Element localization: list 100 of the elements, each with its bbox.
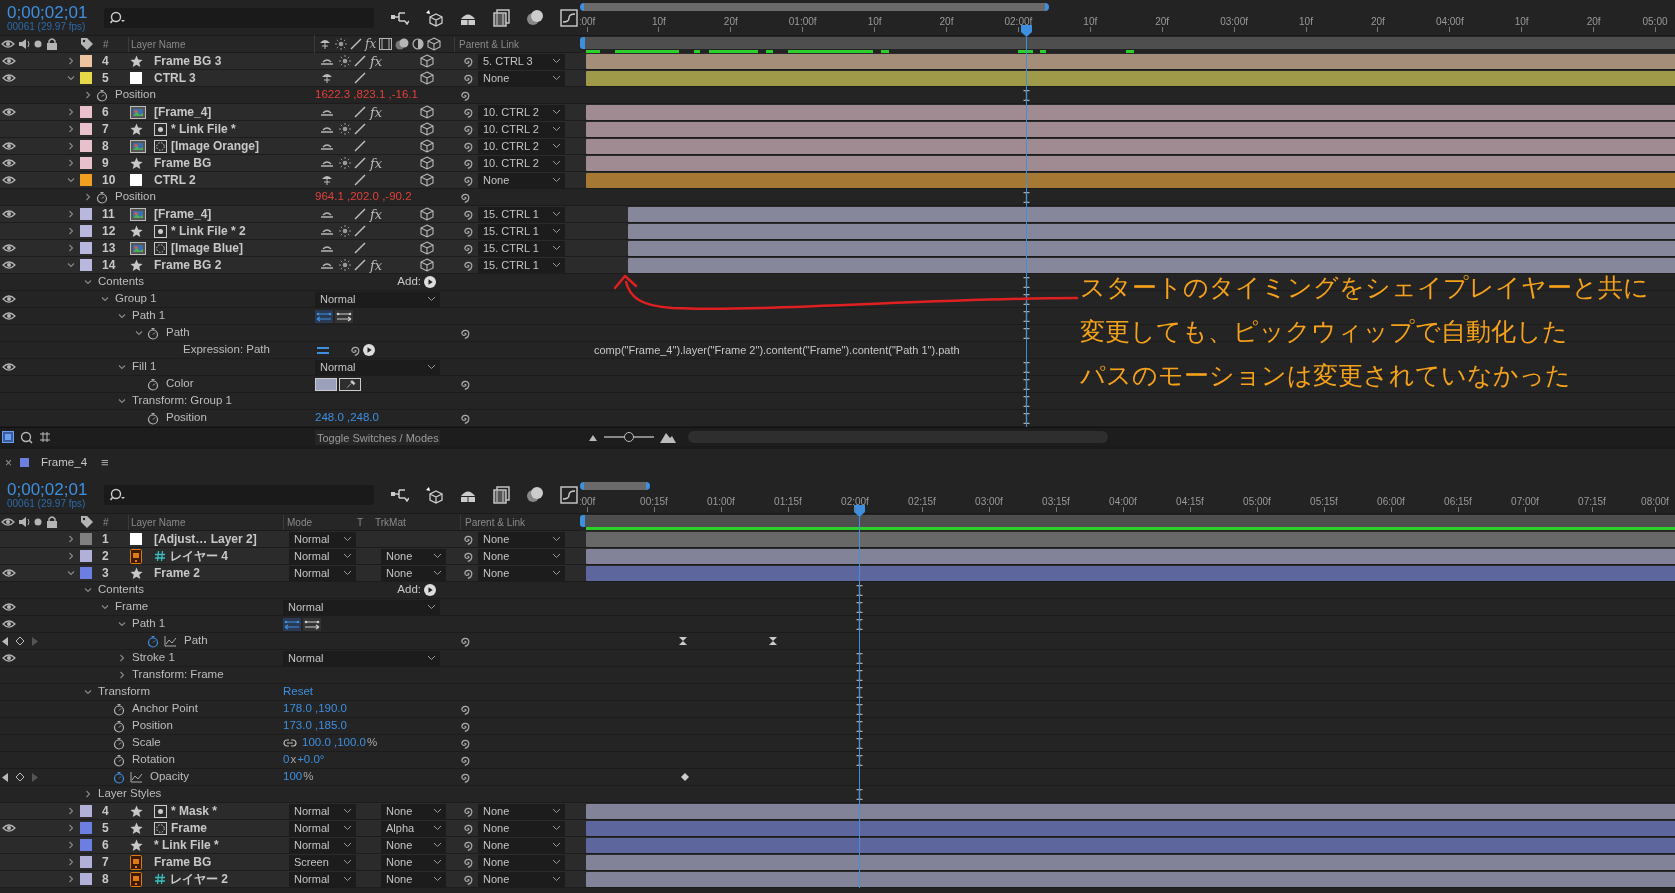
parent-dropdown[interactable]: None [478,803,565,819]
property-value[interactable]: 178.0 ,190.0 [283,700,347,718]
property-value[interactable]: +0.0° [297,751,325,769]
cube-icon[interactable] [420,207,434,221]
eye-icon[interactable] [2,107,16,117]
layer-name[interactable]: Frame BG 2 [154,256,222,274]
twirl-right-icon[interactable] [66,534,76,544]
property-value[interactable]: 248.0 ,248.0 [315,409,379,427]
shy-icon[interactable] [320,142,334,150]
stopwatch-icon[interactable] [113,702,125,716]
path-direction-icon[interactable] [303,617,321,631]
color-swatch[interactable] [315,377,337,391]
property-value[interactable]: 100 [283,768,303,786]
playhead-head-icon[interactable] [1020,25,1032,37]
path-direction-icon[interactable] [315,309,333,323]
cube-icon[interactable] [420,139,434,153]
shy-icon[interactable] [320,227,334,235]
shy-icon[interactable] [320,261,334,269]
twirl-down-icon[interactable] [83,585,93,595]
track-matte-dropdown[interactable]: None [381,565,446,581]
brackets-icon[interactable] [39,431,51,443]
sun-icon[interactable] [338,259,351,271]
layer-duration-bar[interactable] [586,548,1675,564]
label-swatch[interactable] [80,106,92,118]
track-matte-dropdown[interactable]: None [381,854,446,870]
layer-name[interactable]: [Image Blue] [171,239,243,257]
property-value[interactable]: 0 [283,751,290,769]
property-value[interactable]: 964.1 ,202.0 ,-90.2 [315,188,412,206]
layer-name[interactable]: Frame BG 3 [154,52,222,70]
twirl-down-icon[interactable] [134,328,144,338]
slash-icon[interactable] [354,208,366,220]
cube-icon[interactable] [420,122,434,136]
eye-icon[interactable] [2,294,16,304]
close-tab-button[interactable]: × [5,453,12,472]
label-swatch[interactable] [80,242,92,254]
slash-icon[interactable] [354,242,366,254]
layer-name[interactable]: * Link File * [154,836,219,854]
track-matte-dropdown[interactable]: Alpha [381,820,446,836]
layer-name[interactable]: Frame BG [154,853,212,871]
twirl-down-icon[interactable] [66,260,76,270]
layer-duration-bar[interactable] [586,70,1675,86]
twirl-right-icon[interactable] [66,857,76,867]
umbrella-icon[interactable] [320,174,334,186]
eye-icon[interactable] [2,209,16,219]
flowchart-icon[interactable] [391,487,409,502]
label-swatch[interactable] [80,123,92,135]
sun-icon[interactable] [338,55,351,67]
parent-dropdown[interactable]: 15. CTRL 1 [478,257,565,273]
slash-icon[interactable] [354,106,366,118]
parent-dropdown[interactable]: None [478,820,565,836]
twirl-down-icon[interactable] [83,687,93,697]
mode-dropdown[interactable]: Normal [289,548,356,564]
cube-icon[interactable] [420,241,434,255]
eye-icon[interactable] [2,568,16,578]
layer-duration-bar[interactable] [586,121,1675,137]
link-icon[interactable] [283,739,297,747]
effects-switch[interactable]: fx [370,156,383,170]
layer-duration-bar[interactable] [586,172,1675,188]
twirl-right-icon[interactable] [83,192,93,202]
film-stack-icon[interactable] [493,8,510,27]
label-swatch[interactable] [80,72,92,84]
stopwatch-icon[interactable] [147,326,159,340]
label-swatch[interactable] [80,174,92,186]
shy-icon[interactable] [320,210,334,218]
cube-sparkle-icon[interactable] [425,8,443,27]
cube-sparkle-icon[interactable] [425,485,443,504]
layer-name[interactable]: * Mask * [171,802,218,820]
label-swatch[interactable] [80,55,92,67]
twirl-down-icon[interactable] [117,619,127,629]
keyframe-icon[interactable] [678,636,688,646]
twirl-right-icon[interactable] [66,209,76,219]
slider-thumb[interactable] [624,432,634,442]
eye-icon[interactable] [2,56,16,66]
twirl-right-icon[interactable] [117,670,127,680]
twirl-right-icon[interactable] [66,243,76,253]
stopwatch-icon[interactable] [113,719,125,733]
layer-name[interactable]: Frame 2 [154,564,201,582]
eye-icon[interactable] [2,243,16,253]
timecode-display[interactable]: 0;00;02;01 [7,480,100,498]
cube-icon[interactable] [420,156,434,170]
equals-icon[interactable] [316,345,330,355]
layer-duration-bar[interactable] [586,104,1675,120]
layer-name[interactable]: [Frame_4] [154,103,212,121]
eye-icon[interactable] [2,823,16,833]
slash-icon[interactable] [354,123,366,135]
track-matte-dropdown[interactable]: None [381,548,446,564]
label-swatch[interactable] [80,259,92,271]
layer-name[interactable]: レイヤー 4 [170,547,228,565]
layer-duration-bar[interactable] [628,240,1675,256]
track-matte-dropdown[interactable]: None [381,803,446,819]
twirl-down-icon[interactable] [100,294,110,304]
composition-icon[interactable] [2,431,14,443]
layer-duration-bar[interactable] [586,803,1675,819]
eye-icon[interactable] [2,619,16,629]
add-keyframe-icon[interactable] [15,772,25,782]
previous-keyframe-icon[interactable] [2,772,9,782]
slash-icon[interactable] [354,140,366,152]
mode-dropdown[interactable]: Normal [289,531,356,547]
cube-icon[interactable] [420,224,434,238]
search-field[interactable] [104,7,374,28]
